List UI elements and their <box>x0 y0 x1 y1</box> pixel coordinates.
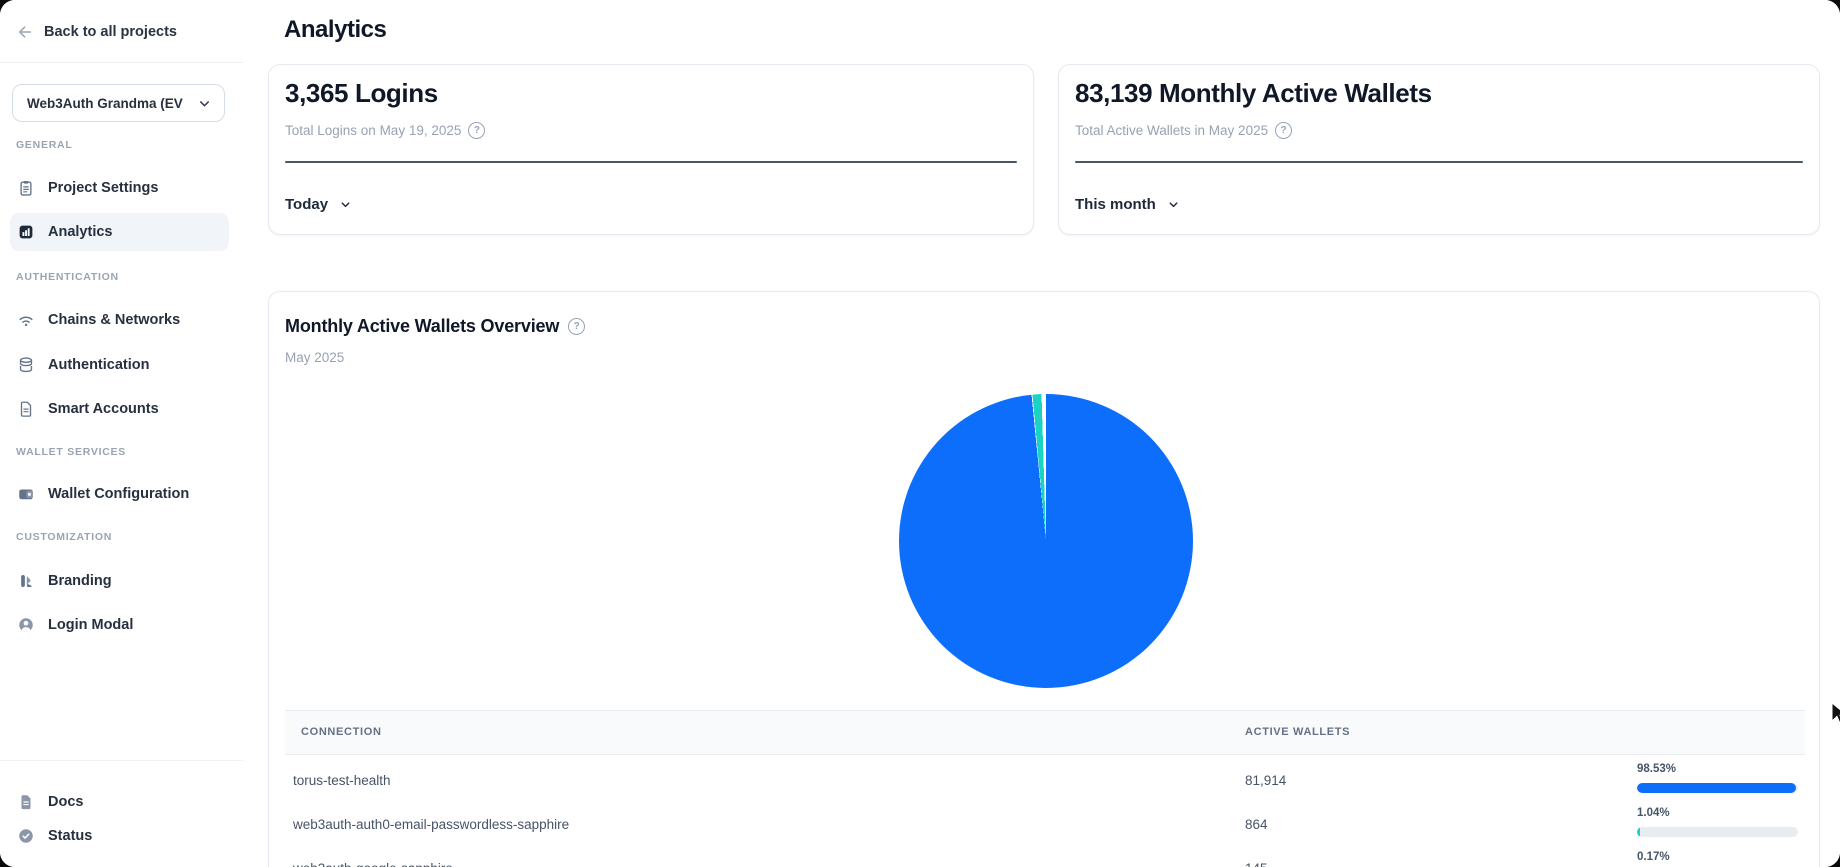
project-selector[interactable]: Web3Auth Grandma (EV <box>12 84 225 122</box>
wallets-period-dropdown[interactable]: This month <box>1075 196 1180 213</box>
active-wallets-count: 145 <box>1245 847 1268 867</box>
back-to-projects-link[interactable]: Back to all projects <box>16 18 177 46</box>
database-icon <box>17 356 35 374</box>
percent-bar-fill <box>1637 783 1796 793</box>
section-label-authentication: AUTHENTICATION <box>16 271 119 283</box>
sidebar-item-label: Authentication <box>48 357 150 373</box>
sidebar-item-branding[interactable]: Branding <box>10 562 229 600</box>
sidebar-item-label: Project Settings <box>48 180 158 196</box>
logins-value: 3,365 Logins <box>285 78 438 109</box>
connection-name: web3auth-auth0-email-passwordless-sapphi… <box>293 803 569 847</box>
percent-label: 0.17% <box>1637 851 1670 863</box>
project-selector-value: Web3Auth Grandma (EV <box>27 96 197 111</box>
question-circle-icon[interactable]: ? <box>1275 122 1292 139</box>
percent-bar <box>1637 783 1798 793</box>
sidebar-item-authentication[interactable]: Authentication <box>10 346 229 384</box>
pie-chart <box>899 394 1193 688</box>
sidebar-item-label: Analytics <box>48 224 112 240</box>
wifi-icon <box>17 311 35 329</box>
user-circle-icon <box>17 616 35 634</box>
sidebar-item-label: Branding <box>48 573 112 589</box>
percent-label: 1.04% <box>1637 807 1670 819</box>
sidebar: Back to all projects Web3Auth Grandma (E… <box>0 0 244 867</box>
chevron-down-icon <box>339 198 352 211</box>
sidebar-item-login-modal[interactable]: Login Modal <box>10 606 229 644</box>
chevron-down-icon <box>197 96 212 111</box>
overview-subtitle: May 2025 <box>285 350 344 365</box>
file-icon <box>17 400 35 418</box>
sidebar-item-label: Login Modal <box>48 617 133 633</box>
question-circle-icon[interactable]: ? <box>568 318 585 335</box>
active-wallets-count: 864 <box>1245 803 1268 847</box>
active-wallets-stat-card: 83,139 Monthly Active Wallets Total Acti… <box>1058 64 1820 235</box>
doc-icon <box>17 793 35 811</box>
sidebar-item-wallet-configuration[interactable]: Wallet Configuration <box>10 475 229 513</box>
sidebar-item-label: Docs <box>48 794 83 810</box>
table-header-row: CONNECTION ACTIVE WALLETS <box>285 710 1805 755</box>
mouse-cursor <box>1830 702 1840 728</box>
sidebar-item-label: Wallet Configuration <box>48 486 189 502</box>
sidebar-divider <box>0 760 243 761</box>
main-content: Analytics 3,365 Logins Total Logins on M… <box>243 0 1840 867</box>
percent-cell: 0.17% <box>1637 847 1798 867</box>
card-divider <box>1075 161 1803 163</box>
sidebar-item-project-settings[interactable]: Project Settings <box>10 169 229 207</box>
column-header-connection: CONNECTION <box>301 711 382 754</box>
section-label-wallet-services: WALLET SERVICES <box>16 446 126 458</box>
percent-cell: 98.53% <box>1637 759 1798 803</box>
sidebar-item-label: Chains & Networks <box>48 312 180 328</box>
period-label: Today <box>285 196 328 213</box>
table-row: web3auth-google-sapphire 145 0.17% <box>285 847 1805 867</box>
sidebar-item-smart-accounts[interactable]: Smart Accounts <box>10 390 229 428</box>
wallet-icon <box>17 485 35 503</box>
percent-cell: 1.04% <box>1637 803 1798 847</box>
chevron-down-icon <box>1167 198 1180 211</box>
active-wallets-subtitle: Total Active Wallets in May 2025 <box>1075 123 1268 138</box>
sidebar-item-analytics[interactable]: Analytics <box>10 213 229 251</box>
sidebar-item-chains-networks[interactable]: Chains & Networks <box>10 301 229 339</box>
clipboard-icon <box>17 179 35 197</box>
percent-bar-fill <box>1637 827 1640 837</box>
question-circle-icon[interactable]: ? <box>468 122 485 139</box>
section-label-customization: CUSTOMIZATION <box>16 531 112 543</box>
check-circle-icon <box>17 827 35 845</box>
monthly-active-wallets-overview-card: Monthly Active Wallets Overview ? May 20… <box>268 291 1820 867</box>
percent-label: 98.53% <box>1637 763 1676 775</box>
logins-subtitle: Total Logins on May 19, 2025 <box>285 123 461 138</box>
back-link-label: Back to all projects <box>44 24 177 40</box>
overview-title: Monthly Active Wallets Overview <box>285 316 559 337</box>
sidebar-divider <box>0 62 243 63</box>
brush-icon <box>17 572 35 590</box>
period-label: This month <box>1075 196 1156 213</box>
column-header-active-wallets: ACTIVE WALLETS <box>1245 711 1350 754</box>
card-divider <box>285 161 1017 163</box>
connections-table-body: torus-test-health 81,914 98.53% web3auth-au… <box>285 755 1805 867</box>
arrow-left-icon <box>16 23 34 41</box>
sidebar-item-label: Status <box>48 828 92 844</box>
page-title: Analytics <box>284 16 386 44</box>
connection-name: web3auth-google-sapphire <box>293 847 453 867</box>
app-window: Back to all projects Web3Auth Grandma (E… <box>0 0 1840 867</box>
sidebar-item-status[interactable]: Status <box>10 820 229 852</box>
bar-chart-icon <box>17 223 35 241</box>
sidebar-item-docs[interactable]: Docs <box>10 786 229 818</box>
connection-name: torus-test-health <box>293 759 391 803</box>
table-row: torus-test-health 81,914 98.53% <box>285 759 1805 803</box>
sidebar-item-label: Smart Accounts <box>48 401 159 417</box>
connections-table: CONNECTION ACTIVE WALLETS torus-test-hea… <box>285 710 1805 867</box>
table-row: web3auth-auth0-email-passwordless-sapphi… <box>285 803 1805 847</box>
logins-stat-card: 3,365 Logins Total Logins on May 19, 202… <box>268 64 1034 235</box>
percent-bar <box>1637 827 1798 837</box>
active-wallets-count: 81,914 <box>1245 759 1286 803</box>
active-wallets-value: 83,139 Monthly Active Wallets <box>1075 78 1432 109</box>
section-label-general: GENERAL <box>16 139 72 151</box>
logins-period-dropdown[interactable]: Today <box>285 196 352 213</box>
